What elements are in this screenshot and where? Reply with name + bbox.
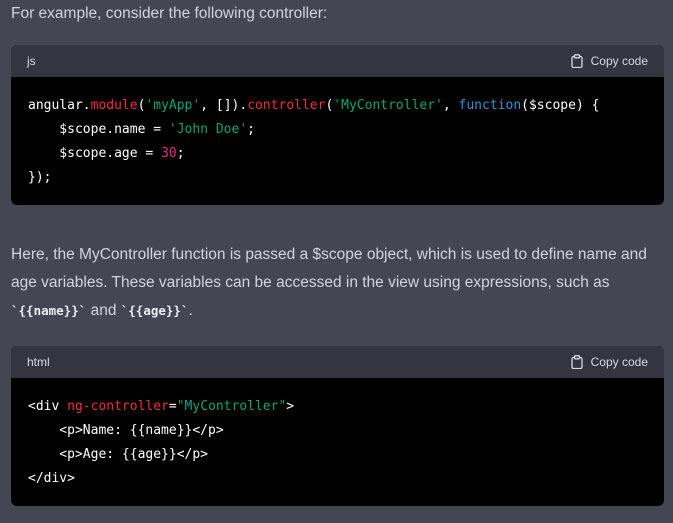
- code-token: 'myApp': [145, 98, 201, 113]
- chat-message: For example, consider the following cont…: [0, 0, 673, 523]
- code-token: module: [90, 98, 138, 113]
- explanation-text-middle: and: [86, 302, 121, 319]
- code-line: </div>: [28, 467, 647, 491]
- code-line: <div ng-controller="MyController">: [28, 395, 647, 419]
- code-token: <div: [28, 399, 68, 414]
- code-content[interactable]: angular.module('myApp', []).controller('…: [11, 77, 664, 205]
- inline-code-name: `{{name}}`: [11, 303, 87, 318]
- copy-code-button[interactable]: Copy code: [570, 54, 648, 69]
- code-token: 'John Doe': [168, 122, 248, 137]
- code-block-js: js Copy code angular.module('myApp', [])…: [11, 45, 664, 205]
- explanation-text-before: Here, the MyController function is passe…: [11, 246, 647, 291]
- inline-code-age: `{{age}}`: [120, 303, 189, 318]
- code-header: html Copy code: [11, 346, 664, 378]
- code-token: <p>Name: {{name}}</p>: [28, 423, 224, 438]
- code-token: , []).: [200, 98, 248, 113]
- code-token: <p>Age: {{age}}</p>: [28, 447, 209, 462]
- code-token: 'MyController': [333, 98, 443, 113]
- code-token: ng-controller: [67, 399, 169, 414]
- code-block-html: html Copy code <div ng-controller="MyCon…: [11, 346, 664, 506]
- clipboard-icon: [570, 355, 584, 370]
- code-token: controller: [247, 98, 326, 113]
- code-header: js Copy code: [11, 45, 664, 77]
- code-line: $scope.name = 'John Doe';: [28, 118, 647, 142]
- code-token: .: [82, 98, 91, 113]
- code-token: });: [28, 170, 52, 185]
- code-token: ;: [176, 146, 185, 161]
- copy-code-label: Copy code: [590, 355, 648, 369]
- code-token: 30: [161, 146, 177, 161]
- code-token: ;: [247, 122, 255, 137]
- code-token: </div>: [28, 471, 75, 486]
- code-token: "MyController": [176, 399, 287, 414]
- code-token: $scope.name =: [28, 122, 169, 137]
- copy-code-button[interactable]: Copy code: [570, 355, 648, 370]
- code-language-label: html: [27, 355, 50, 369]
- code-token: function: [458, 98, 522, 113]
- copy-code-label: Copy code: [590, 54, 648, 68]
- explanation-paragraph: Here, the MyController function is passe…: [11, 241, 667, 325]
- code-token: >: [286, 399, 295, 414]
- code-line: <p>Age: {{age}}</p>: [28, 443, 647, 467]
- code-line: $scope.age = 30;: [28, 142, 647, 166]
- code-token: angular: [28, 98, 83, 113]
- code-token: $scope.age =: [28, 146, 162, 161]
- code-token: ,: [442, 98, 459, 113]
- code-line: });: [28, 166, 647, 190]
- clipboard-icon: [570, 54, 584, 69]
- code-language-label: js: [27, 54, 36, 68]
- code-content[interactable]: <div ng-controller="MyController"> <p>Na…: [11, 378, 664, 506]
- code-line: angular.module('myApp', []).controller('…: [28, 94, 647, 118]
- intro-paragraph: For example, consider the following cont…: [11, 5, 328, 22]
- explanation-text-after: .: [188, 302, 193, 319]
- code-token: =: [168, 399, 177, 414]
- code-token: ($scope) {: [521, 98, 600, 113]
- code-line: <p>Name: {{name}}</p>: [28, 419, 647, 443]
